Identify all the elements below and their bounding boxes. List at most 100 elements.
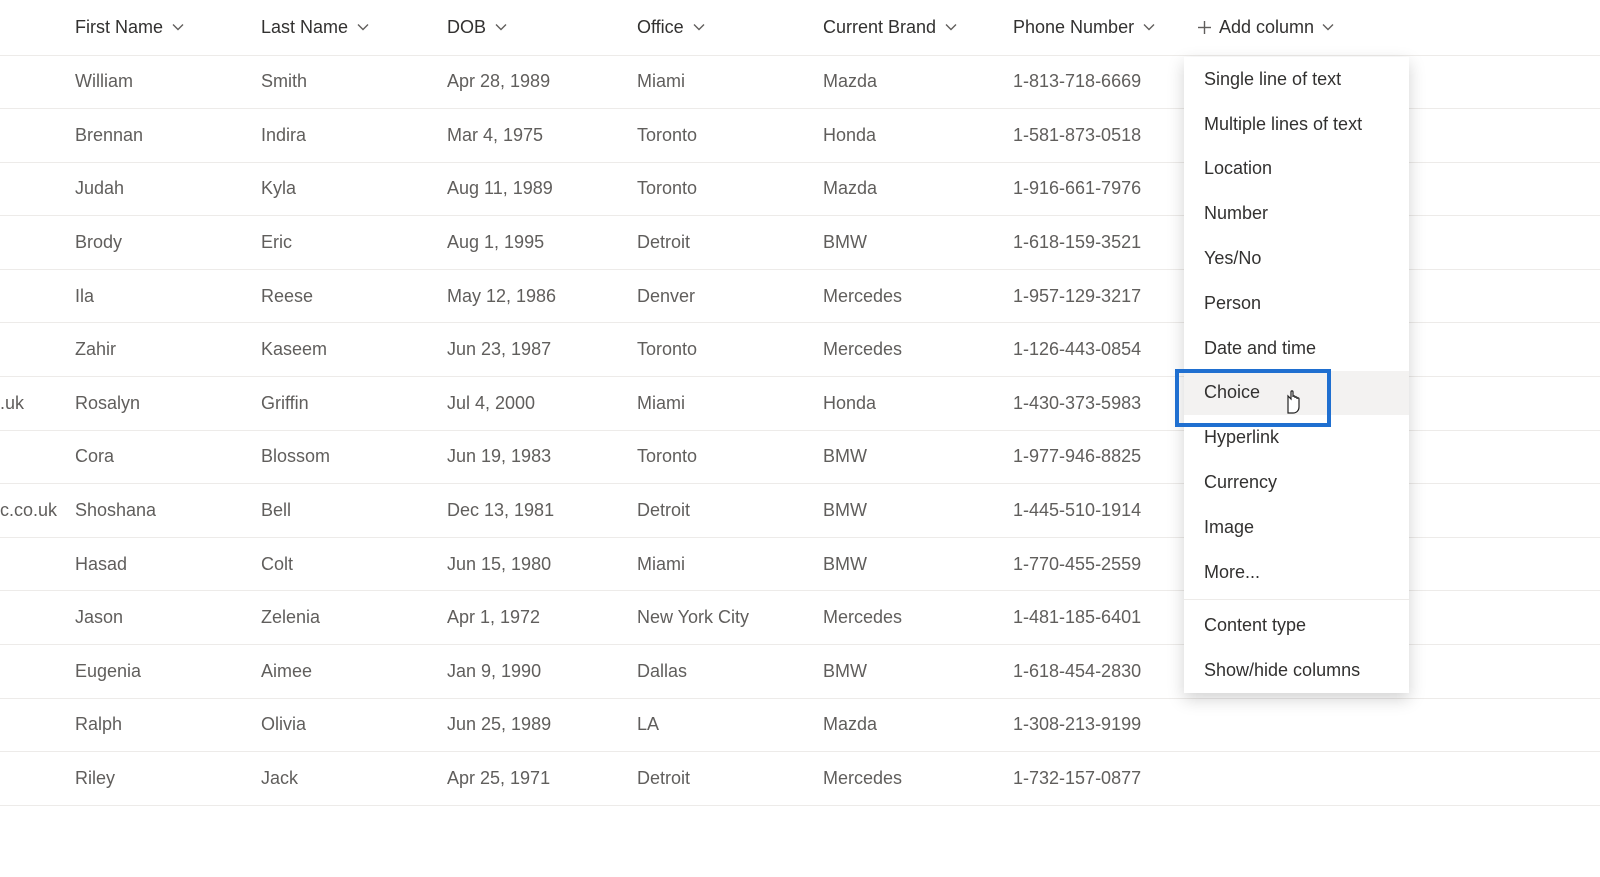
- menu-item-image[interactable]: Image: [1184, 505, 1409, 550]
- cell-first-name: Hasad: [75, 537, 261, 591]
- cell-brand: Mazda: [823, 55, 1013, 109]
- cell-leading: [0, 216, 75, 270]
- cell-office: Detroit: [637, 216, 823, 270]
- cell-first-name: Ralph: [75, 698, 261, 752]
- cell-dob: Jul 4, 2000: [447, 377, 637, 431]
- cell-last-name: Griffin: [261, 377, 447, 431]
- cell-last-name: Smith: [261, 55, 447, 109]
- column-header-label: First Name: [75, 17, 163, 38]
- cell-last-name: Zelenia: [261, 591, 447, 645]
- cell-last-name: Kyla: [261, 162, 447, 216]
- cell-add-spacer: [1197, 698, 1600, 752]
- menu-item-single-line[interactable]: Single line of text: [1184, 57, 1409, 102]
- menu-item-yesno[interactable]: Yes/No: [1184, 236, 1409, 281]
- cell-dob: Aug 11, 1989: [447, 162, 637, 216]
- cell-office: Miami: [637, 537, 823, 591]
- cell-leading: [0, 162, 75, 216]
- cell-brand: Mazda: [823, 698, 1013, 752]
- cell-dob: Jun 23, 1987: [447, 323, 637, 377]
- cell-office: LA: [637, 698, 823, 752]
- cell-first-name: William: [75, 55, 261, 109]
- menu-item-person[interactable]: Person: [1184, 281, 1409, 326]
- cell-last-name: Bell: [261, 484, 447, 538]
- cell-brand: Mazda: [823, 162, 1013, 216]
- cell-first-name: Brennan: [75, 109, 261, 163]
- cell-office: New York City: [637, 591, 823, 645]
- cell-dob: Apr 1, 1972: [447, 591, 637, 645]
- cell-first-name: Rosalyn: [75, 377, 261, 431]
- column-header-current-brand[interactable]: Current Brand: [823, 0, 1013, 55]
- menu-item-number[interactable]: Number: [1184, 191, 1409, 236]
- cell-brand: BMW: [823, 484, 1013, 538]
- column-header-label: DOB: [447, 17, 486, 38]
- cell-first-name: Shoshana: [75, 484, 261, 538]
- cell-phone: 1-581-873-0518: [1013, 109, 1197, 163]
- add-column-menu: Single line of text Multiple lines of te…: [1184, 57, 1409, 693]
- column-header-dob[interactable]: DOB: [447, 0, 637, 55]
- cell-last-name: Kaseem: [261, 323, 447, 377]
- column-header-label: Current Brand: [823, 17, 936, 38]
- cell-leading: [0, 645, 75, 699]
- cell-brand: BMW: [823, 645, 1013, 699]
- cell-phone: 1-445-510-1914: [1013, 484, 1197, 538]
- cell-first-name: Zahir: [75, 323, 261, 377]
- table-row[interactable]: RileyJackApr 25, 1971DetroitMercedes1-73…: [0, 752, 1600, 806]
- cell-brand: Mercedes: [823, 591, 1013, 645]
- cell-office: Dallas: [637, 645, 823, 699]
- menu-item-choice[interactable]: Choice: [1184, 371, 1409, 416]
- cell-office: Detroit: [637, 752, 823, 806]
- cell-leading: .uk: [0, 377, 75, 431]
- cell-brand: BMW: [823, 430, 1013, 484]
- menu-item-content-type[interactable]: Content type: [1184, 604, 1409, 649]
- column-header-first-name[interactable]: First Name: [75, 0, 261, 55]
- chevron-down-icon: [1142, 20, 1156, 34]
- cell-office: Denver: [637, 269, 823, 323]
- cell-phone: 1-308-213-9199: [1013, 698, 1197, 752]
- cell-office: Detroit: [637, 484, 823, 538]
- cell-phone: 1-481-185-6401: [1013, 591, 1197, 645]
- cell-dob: Apr 25, 1971: [447, 752, 637, 806]
- table-row[interactable]: RalphOliviaJun 25, 1989LAMazda1-308-213-…: [0, 698, 1600, 752]
- cell-last-name: Blossom: [261, 430, 447, 484]
- menu-item-multiple-lines[interactable]: Multiple lines of text: [1184, 102, 1409, 147]
- column-header-label: Last Name: [261, 17, 348, 38]
- column-header-phone-number[interactable]: Phone Number: [1013, 0, 1197, 55]
- menu-separator: [1184, 599, 1409, 600]
- cell-last-name: Indira: [261, 109, 447, 163]
- cell-leading: [0, 591, 75, 645]
- cell-leading: [0, 55, 75, 109]
- menu-item-show-hide-columns[interactable]: Show/hide columns: [1184, 648, 1409, 693]
- column-header-label: Phone Number: [1013, 17, 1134, 38]
- cell-phone: 1-957-129-3217: [1013, 269, 1197, 323]
- column-header-office[interactable]: Office: [637, 0, 823, 55]
- menu-item-currency[interactable]: Currency: [1184, 460, 1409, 505]
- cell-phone: 1-770-455-2559: [1013, 537, 1197, 591]
- cell-office: Miami: [637, 377, 823, 431]
- add-column-label: Add column: [1219, 17, 1314, 38]
- add-column-button[interactable]: Add column: [1197, 0, 1600, 55]
- chevron-down-icon: [944, 20, 958, 34]
- cell-dob: Jun 25, 1989: [447, 698, 637, 752]
- menu-item-date-time[interactable]: Date and time: [1184, 326, 1409, 371]
- cell-first-name: Riley: [75, 752, 261, 806]
- cell-phone: 1-977-946-8825: [1013, 430, 1197, 484]
- menu-item-more[interactable]: More...: [1184, 550, 1409, 595]
- cell-office: Toronto: [637, 162, 823, 216]
- menu-item-hyperlink[interactable]: Hyperlink: [1184, 415, 1409, 460]
- cell-add-spacer: [1197, 752, 1600, 806]
- column-header-last-name[interactable]: Last Name: [261, 0, 447, 55]
- menu-item-location[interactable]: Location: [1184, 147, 1409, 192]
- cell-last-name: Jack: [261, 752, 447, 806]
- plus-icon: [1197, 20, 1212, 35]
- cell-dob: Jun 15, 1980: [447, 537, 637, 591]
- cell-leading: [0, 323, 75, 377]
- cell-phone: 1-430-373-5983: [1013, 377, 1197, 431]
- cell-leading: [0, 109, 75, 163]
- cell-dob: Mar 4, 1975: [447, 109, 637, 163]
- cell-leading: [0, 269, 75, 323]
- cell-last-name: Eric: [261, 216, 447, 270]
- cell-last-name: Olivia: [261, 698, 447, 752]
- cell-office: Toronto: [637, 323, 823, 377]
- chevron-down-icon: [356, 20, 370, 34]
- cell-phone: 1-916-661-7976: [1013, 162, 1197, 216]
